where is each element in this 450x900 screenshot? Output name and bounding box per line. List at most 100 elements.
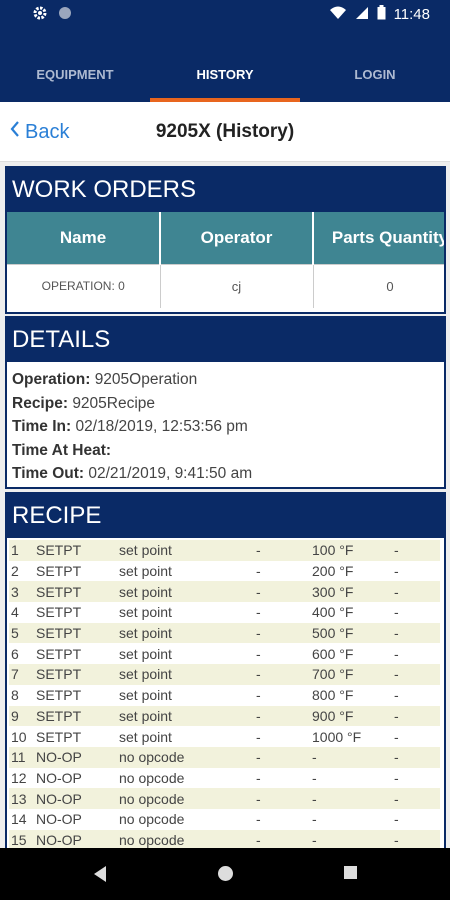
recipe-field-b: - <box>394 563 399 580</box>
details-list: Operation: 9205Operation Recipe: 9205Rec… <box>7 362 444 486</box>
recipe-value: 1000 °F <box>312 728 362 745</box>
recipe-step-number: 6 <box>11 645 19 662</box>
recipe-field-b: - <box>394 645 399 662</box>
recipe-step-number: 13 <box>11 790 27 807</box>
recipe-description: no opcode <box>119 811 185 828</box>
recipe-field-b: - <box>394 790 399 807</box>
status-bar: 11:48 <box>0 0 450 30</box>
recipe-row: 5 SETPT set point - 500 °F - <box>9 622 440 644</box>
recipe-row: 15 NO-OP no opcode - - - <box>9 829 440 848</box>
recipe-description: set point <box>119 728 172 745</box>
column-header-operator: Operator <box>160 212 314 264</box>
recipe-list: 1 SETPT set point -100 °F -2 SETPT set point -2… <box>7 538 444 848</box>
recipe-opcode: SETPT <box>36 707 82 724</box>
recipe-description: no opcode <box>119 769 185 786</box>
back-triangle-icon[interactable] <box>92 865 108 888</box>
recipe-field-b: - <box>394 687 399 704</box>
recipe-step-number: 11 <box>11 749 26 766</box>
home-circle-icon[interactable] <box>217 865 234 887</box>
recipe-row: 3 SETPT set point - 300 °F - <box>9 581 440 603</box>
recipe-step-number: 12 <box>11 769 27 786</box>
recipe-description: set point <box>119 542 172 559</box>
recipe-field-b: - <box>394 831 399 848</box>
recipe-opcode: SETPT <box>36 563 82 580</box>
recipe-field-a: - <box>256 707 261 724</box>
recipe-description: set point <box>119 604 172 621</box>
recipe-row: 14 NO-OP no opcode - - - <box>9 809 440 830</box>
tab-history[interactable]: HISTORY <box>150 54 300 102</box>
recipe-description: set point <box>119 625 172 642</box>
detail-label: Recipe: <box>12 394 68 412</box>
recipe-field-a: - <box>256 687 261 704</box>
recipe-value: 400 °F <box>312 604 354 621</box>
recipe-field-b: - <box>394 769 399 786</box>
recipe-step-number: 2 <box>11 563 19 580</box>
detail-value: 9205Operation <box>94 371 198 388</box>
recipe-value: - <box>312 790 317 807</box>
recipe-description: set point <box>119 583 172 600</box>
detail-value: 02/21/2019, 9:41:50 am <box>88 465 253 482</box>
recipe-row: 11 NO-OP no opcode - - - <box>9 746 440 768</box>
signal-icon <box>355 6 369 24</box>
recipe-value: 100 °F <box>312 542 354 559</box>
recipe-step-number: 8 <box>11 687 19 704</box>
recipe-field-b: - <box>394 604 399 621</box>
recipe-opcode: SETPT <box>36 583 82 600</box>
recipe-field-b: - <box>394 625 399 642</box>
recipe-row: 10 SETPT set point - 1000 °F - <box>9 726 440 747</box>
recipe-opcode: NO-OP <box>36 769 82 786</box>
work-orders-table: Name Operator Parts Quantity OPERATION: … <box>7 212 444 308</box>
recipe-step-number: 1 <box>11 542 19 559</box>
recipe-field-a: - <box>256 831 261 848</box>
tab-equipment[interactable]: EQUIPMENT <box>0 54 150 102</box>
work-orders-card: WORK ORDERS Name Operator Parts Quantity… <box>5 166 446 314</box>
recipe-field-b: - <box>394 749 399 766</box>
recipe-value: 500 °F <box>312 625 354 642</box>
recipe-description: set point <box>119 707 172 724</box>
recipe-description: set point <box>119 687 172 704</box>
recipe-value: 700 °F <box>312 666 354 683</box>
recipe-field-b: - <box>394 707 399 724</box>
status-time: 11:48 <box>393 6 430 23</box>
recipe-step-number: 5 <box>11 625 19 642</box>
recipe-field-a: - <box>256 583 261 600</box>
detail-value: 9205Recipe <box>72 394 156 412</box>
recipe-value: - <box>312 749 317 766</box>
recipe-field-b: - <box>394 728 399 745</box>
recipe-opcode: NO-OP <box>36 811 82 828</box>
recipe-value: 900 °F <box>312 707 354 724</box>
recipe-opcode: SETPT <box>36 604 82 621</box>
recipe-opcode: SETPT <box>36 687 82 704</box>
recipe-field-a: - <box>256 542 261 559</box>
table-row[interactable]: OPERATION: 0 cj 0 <box>7 263 444 308</box>
navigation-bar <box>0 848 450 900</box>
recipe-opcode: SETPT <box>36 666 82 683</box>
recipe-opcode: NO-OP <box>36 749 82 766</box>
recipe-row: 7 SETPT set point - 700 °F - <box>9 664 440 685</box>
cell-operator: cj <box>160 263 314 308</box>
detail-label: Time In: <box>12 418 72 435</box>
recipe-card: RECIPE 1 SETPT set point - 100 °F - 2 SETPT set … <box>5 492 446 848</box>
recipe-row: 9 SETPT set point - 900 °F - <box>9 705 440 727</box>
detail-value: 02/18/2019, 12:53:56 pm <box>75 418 248 435</box>
recipe-opcode: NO-OP <box>36 831 82 848</box>
detail-time-at-heat: Time At Heat: <box>12 439 439 463</box>
recipe-row: 13 NO-OP no opcode - - - <box>9 788 440 809</box>
recipe-opcode: SETPT <box>36 728 82 745</box>
title-bar: Back 9205X (History) <box>0 102 450 162</box>
gear-icon <box>32 5 48 26</box>
app-bar: EQUIPMENT HISTORY LOGIN <box>0 30 450 102</box>
recipe-row: 12 NO-OP no opcode - - - <box>9 768 440 789</box>
recipe-field-b: - <box>394 811 399 828</box>
content-area[interactable]: WORK ORDERS Name Operator Parts Quantity… <box>0 162 450 848</box>
detail-label: Time Out: <box>12 465 85 482</box>
recipe-header: RECIPE <box>7 494 444 538</box>
recipe-step-number: 15 <box>11 831 27 848</box>
recipe-field-a: - <box>256 666 261 683</box>
recipe-field-a: - <box>256 625 261 642</box>
recipe-step-number: 10 <box>11 728 27 745</box>
recipe-value: - <box>312 831 317 848</box>
tab-login[interactable]: LOGIN <box>300 54 450 102</box>
recipe-value: 300 °F <box>312 583 354 600</box>
recents-square-icon[interactable] <box>343 865 358 885</box>
